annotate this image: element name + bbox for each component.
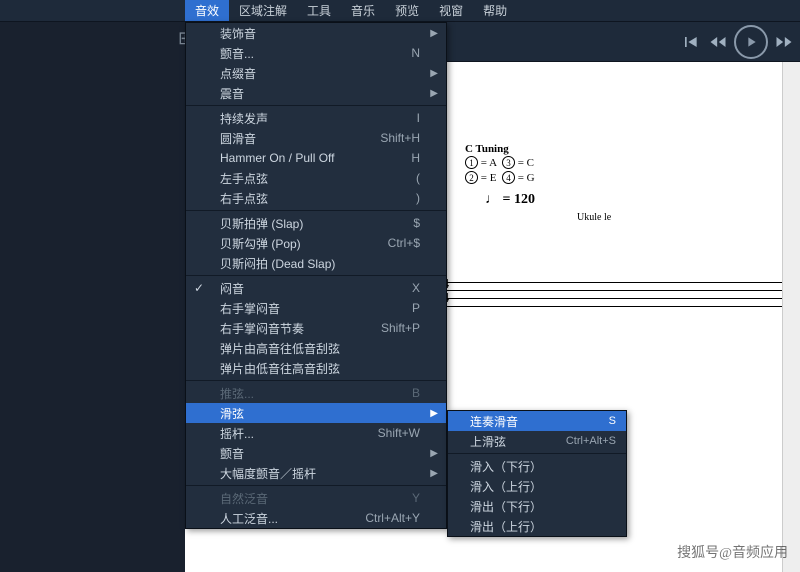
watermark: 搜狐号@音频应用 <box>677 542 788 562</box>
mi-rh-tap[interactable]: 右手点弦) <box>186 188 446 208</box>
mi-hammer-pull[interactable]: Hammer On / Pull OffH <box>186 148 446 168</box>
menu-effects[interactable]: 音效 <box>185 0 229 21</box>
smi-shift-slide[interactable]: 上滑弦Ctrl+Alt+S <box>448 431 626 451</box>
mi-tremolo[interactable]: 震音▶ <box>186 83 446 103</box>
mi-whammy[interactable]: 摇杆...Shift+W <box>186 423 446 443</box>
mi-trill[interactable]: 颤音...N <box>186 43 446 63</box>
staff: 𝄢 44 <box>430 282 790 322</box>
mi-wide-vibrato[interactable]: 大幅度颤音／摇杆▶ <box>186 463 446 483</box>
scrollbar[interactable] <box>782 62 800 572</box>
mi-slide[interactable]: 滑弦▶ <box>186 403 446 423</box>
menu-preview[interactable]: 预览 <box>385 0 429 21</box>
tuning-block: C Tuning 1 = A 3 = C 2 = E 4 = G <box>465 142 535 185</box>
menu-tools[interactable]: 工具 <box>297 0 341 21</box>
mi-legato[interactable]: 圆滑音Shift+H <box>186 128 446 148</box>
slide-submenu: 连奏滑音S 上滑弦Ctrl+Alt+S 滑入（下行） 滑入（上行） 滑出（下行）… <box>447 410 627 537</box>
mi-palm-mute[interactable]: 右手掌闷音P <box>186 298 446 318</box>
mi-pick-down[interactable]: 弹片由高音往低音刮弦 <box>186 338 446 358</box>
skip-start-icon[interactable] <box>678 30 702 54</box>
mi-pick-up[interactable]: 弹片由低音往高音刮弦 <box>186 358 446 378</box>
menu-music[interactable]: 音乐 <box>341 0 385 21</box>
mi-natural-harm: 自然泛音Y <box>186 488 446 508</box>
menu-window[interactable]: 视窗 <box>429 0 473 21</box>
forward-icon[interactable] <box>772 30 796 54</box>
smi-slide-out-down[interactable]: 滑出（下行） <box>448 496 626 516</box>
menu-help[interactable]: 帮助 <box>473 0 517 21</box>
mi-grace-note[interactable]: 装饰音▶ <box>186 23 446 43</box>
play-button[interactable] <box>734 25 768 59</box>
mi-lh-tap[interactable]: 左手点弦( <box>186 168 446 188</box>
mi-let-ring[interactable]: 持续发声I <box>186 108 446 128</box>
mi-bend: 推弦...B <box>186 383 446 403</box>
mi-slap[interactable]: 贝斯拍弹 (Slap)$ <box>186 213 446 233</box>
mi-ornament[interactable]: 点缀音▶ <box>186 63 446 83</box>
rewind-icon[interactable] <box>706 30 730 54</box>
smi-slide-in-down[interactable]: 滑入（下行） <box>448 456 626 476</box>
mi-artificial-harm[interactable]: 人工泛音...Ctrl+Alt+Y <box>186 508 446 528</box>
tempo-label: ♩ = 120 <box>485 192 535 208</box>
mi-pop[interactable]: 贝斯勾弹 (Pop)Ctrl+$ <box>186 233 446 253</box>
mi-vibrato[interactable]: 颤音▶ <box>186 443 446 463</box>
smi-legato-slide[interactable]: 连奏滑音S <box>448 411 626 431</box>
smi-slide-out-up[interactable]: 滑出（上行） <box>448 516 626 536</box>
track-name: Ukule le <box>577 212 611 223</box>
mi-dead-slap[interactable]: 贝斯闷拍 (Dead Slap) <box>186 253 446 273</box>
effects-dropdown: 装饰音▶ 颤音...N 点缀音▶ 震音▶ 持续发声I 圆滑音Shift+H Ha… <box>185 22 447 529</box>
menu-region-annotate[interactable]: 区域注解 <box>229 0 297 21</box>
menubar: 音效 区域注解 工具 音乐 预览 视窗 帮助 <box>0 0 800 22</box>
smi-slide-in-up[interactable]: 滑入（上行） <box>448 476 626 496</box>
mi-palm-mute-rhythm[interactable]: 右手掌闷音节奏Shift+P <box>186 318 446 338</box>
mi-mute[interactable]: ✓闷音X <box>186 278 446 298</box>
